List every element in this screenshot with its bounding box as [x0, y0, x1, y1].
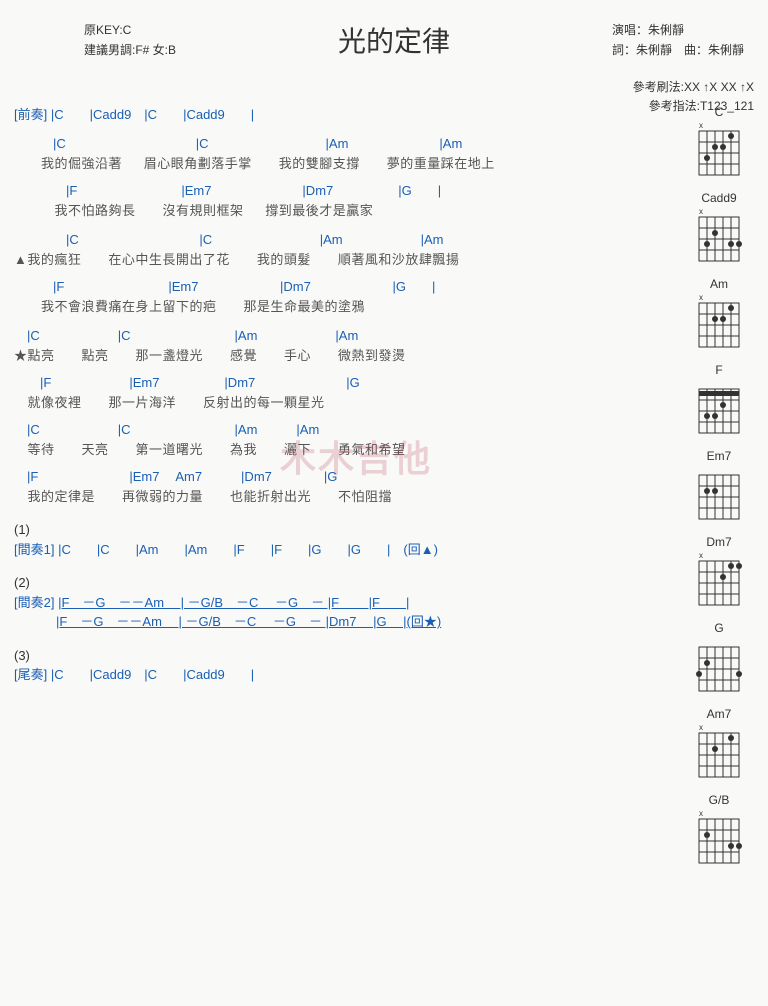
section-num-2: (2): [14, 573, 670, 593]
chord-sheet-page: 原KEY:C 建議男調:F# 女:B 光的定律 演唱：朱俐靜 詞：朱俐靜 曲：朱…: [0, 0, 768, 1006]
intro-label: [前奏]: [14, 107, 47, 122]
inter2-line2: |F －G －－Am | －G/B －C －G － |Dm7 |G |(回★): [56, 614, 441, 629]
chord-line: |F |Em7 |Dm7 |G: [14, 373, 670, 393]
chord-line: |C |C |Am |Am: [14, 134, 670, 154]
chord-line: |C |C |Am |Am: [14, 326, 670, 346]
svg-text:x: x: [699, 809, 703, 818]
outro-label: [尾奏]: [14, 667, 47, 682]
outro-block: [尾奏] |C |Cadd9 |C |Cadd9 |: [14, 665, 670, 685]
main-content: [前奏] |C |Cadd9 |C |Cadd9 | |C |C |Am |Am…: [14, 77, 754, 867]
fretboard-icon: [693, 465, 745, 523]
chord-line: |F |Em7 |Dm7 |G |: [14, 277, 670, 297]
fretboard-icon: [693, 379, 745, 437]
chord-diagrams-column: C x Cadd9 x Am x F Em7 Dm7 x: [684, 77, 754, 867]
key-info: 原KEY:C 建議男調:F# 女:B: [14, 20, 176, 61]
fretboard-icon: x: [693, 723, 745, 781]
fretboard-icon: x: [693, 207, 745, 265]
intro-block: [前奏] |C |Cadd9 |C |Cadd9 |: [14, 105, 670, 125]
fretboard-icon: [693, 637, 745, 695]
singer-line: 演唱：朱俐靜: [612, 20, 744, 40]
chord-line: |F |Em7 Am7 |Dm7 |G: [14, 467, 670, 487]
finger-pattern: 參考指法:T123_121: [633, 97, 754, 116]
chord-line: |C |C |Am |Am: [14, 420, 670, 440]
chord-name: Am7: [684, 707, 754, 721]
chord-line: |C |C |Am |Am: [14, 230, 670, 250]
verse2-block: |C |C |Am |Am ▲我的瘋狂 在心中生長開出了花 我的頭髮 順著風和沙…: [14, 230, 670, 316]
interlude2-block: [間奏2] |F －G －－Am | －G/B －C －G － |F |F | …: [14, 593, 670, 632]
interlude1-block: [間奏1] |C |C |Am |Am |F |F |G |G | (回▲): [14, 540, 670, 560]
svg-text:x: x: [699, 121, 703, 130]
lyric-line: ★點亮 點亮 那一盞燈光 感覺 手心 微熱到發燙: [14, 346, 670, 366]
chord-diagram: Em7: [684, 449, 754, 523]
svg-text:x: x: [699, 551, 703, 560]
chorus-block: |C |C |Am |Am ★點亮 點亮 那一盞燈光 感覺 手心 微熱到發燙 |…: [14, 326, 670, 506]
svg-text:x: x: [699, 723, 703, 732]
lyric-line: 我的定律是 再微弱的力量 也能折射出光 不怕阻擋: [14, 487, 670, 507]
fretboard-icon: x: [693, 551, 745, 609]
inter1-label: [間奏1]: [14, 542, 54, 557]
section-num-1: (1): [14, 520, 670, 540]
inter1-chords: |C |C |Am |Am |F |F |G |G | (回▲): [58, 542, 438, 557]
inter2-line1: |F －G －－Am | －G/B －C －G － |F |F |: [58, 595, 409, 610]
chord-diagram: Dm7 x: [684, 535, 754, 609]
chord-name: Am: [684, 277, 754, 291]
lyric-line: 等待 天亮 第一道曙光 為我 灑下 勇氣和希望: [14, 440, 670, 460]
fretboard-icon: x: [693, 293, 745, 351]
header-row: 原KEY:C 建議男調:F# 女:B 光的定律 演唱：朱俐靜 詞：朱俐靜 曲：朱…: [14, 20, 754, 61]
chord-name: G: [684, 621, 754, 635]
chord-name: G/B: [684, 793, 754, 807]
original-key: 原KEY:C: [84, 20, 176, 40]
lyric-line: 我不會浪費痛在身上留下的疤 那是生命最美的塗鴉: [14, 297, 670, 317]
inter2-label: [間奏2]: [14, 595, 54, 610]
chord-diagram: F: [684, 363, 754, 437]
chord-name: Em7: [684, 449, 754, 463]
lyric-line: 我不怕路夠長 沒有規則框架 撐到最後才是贏家: [14, 201, 670, 221]
fretboard-icon: x: [693, 809, 745, 867]
chord-name: F: [684, 363, 754, 377]
svg-text:x: x: [699, 293, 703, 302]
lyric-line: ▲我的瘋狂 在心中生長開出了花 我的頭髮 順著風和沙放肆飄揚: [14, 250, 670, 270]
svg-text:x: x: [699, 207, 703, 216]
section-num-3: (3): [14, 646, 670, 666]
lyrics-chords-area: [前奏] |C |Cadd9 |C |Cadd9 | |C |C |Am |Am…: [14, 77, 670, 867]
reference-box: 參考刷法:XX ↑X XX ↑X 參考指法:T123_121: [633, 78, 754, 116]
chord-diagram: G: [684, 621, 754, 695]
chord-diagram: G/B x: [684, 793, 754, 867]
chord-line: |F |Em7 |Dm7 |G |: [14, 181, 670, 201]
outro-chords: |C |Cadd9 |C |Cadd9 |: [51, 667, 254, 682]
suggest-key: 建議男調:F# 女:B: [84, 40, 176, 60]
credits: 演唱：朱俐靜 詞：朱俐靜 曲：朱俐靜: [612, 20, 754, 61]
chord-diagram: Cadd9 x: [684, 191, 754, 265]
lyric-line: 就像夜裡 那一片海洋 反射出的每一顆星光: [14, 393, 670, 413]
song-title: 光的定律: [176, 20, 612, 60]
writer-line: 詞：朱俐靜 曲：朱俐靜: [612, 40, 744, 60]
verse1-block: |C |C |Am |Am 我的倔強沿著 眉心眼角劃落手掌 我的雙腳支撐 夢的重…: [14, 134, 670, 220]
chord-name: Cadd9: [684, 191, 754, 205]
intro-chords: |C |Cadd9 |C |Cadd9 |: [51, 107, 254, 122]
chord-name: Dm7: [684, 535, 754, 549]
chord-diagram: Am x: [684, 277, 754, 351]
chord-diagram: Am7 x: [684, 707, 754, 781]
fretboard-icon: x: [693, 121, 745, 179]
strum-pattern: 參考刷法:XX ↑X XX ↑X: [633, 78, 754, 97]
lyric-line: 我的倔強沿著 眉心眼角劃落手掌 我的雙腳支撐 夢的重量踩在地上: [14, 154, 670, 174]
